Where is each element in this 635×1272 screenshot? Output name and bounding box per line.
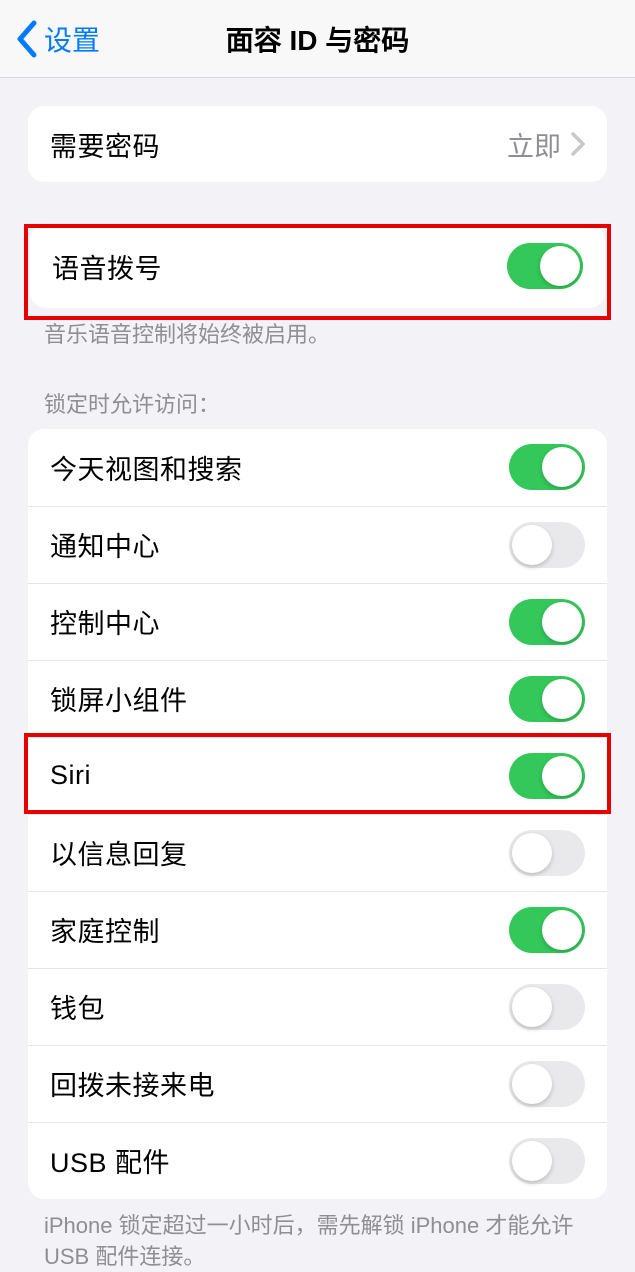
access-locked-header: 锁定时允许访问：: [0, 351, 635, 429]
access-row-toggle[interactable]: [509, 1138, 585, 1184]
voice-dial-footer: 音乐语音控制将始终被启用。: [0, 308, 635, 351]
access-row[interactable]: 控制中心: [28, 583, 607, 660]
access-row[interactable]: 锁屏小组件: [28, 660, 607, 737]
access-locked-footer: iPhone 锁定超过一小时后，需先解锁 iPhone 才能允许 USB 配件连…: [0, 1199, 635, 1272]
access-row-toggle[interactable]: [509, 522, 585, 568]
access-row[interactable]: 通知中心: [28, 506, 607, 583]
toggle-knob: [512, 1064, 552, 1104]
toggle-knob: [512, 1141, 552, 1181]
access-row-label: 钱包: [50, 987, 105, 1026]
access-row[interactable]: 今天视图和搜索: [28, 429, 607, 506]
access-row[interactable]: 钱包: [28, 968, 607, 1045]
access-row[interactable]: USB 配件: [28, 1122, 607, 1199]
back-button[interactable]: 设置: [0, 19, 100, 59]
toggle-knob: [512, 525, 552, 565]
access-row-toggle[interactable]: [509, 599, 585, 645]
voice-dial-label: 语音拨号: [52, 247, 162, 286]
access-row-toggle[interactable]: [509, 676, 585, 722]
access-row-toggle[interactable]: [509, 753, 585, 799]
voice-dial-toggle[interactable]: [507, 243, 583, 289]
access-row-toggle[interactable]: [509, 830, 585, 876]
voice-dial-row[interactable]: 语音拨号: [30, 224, 605, 308]
access-row-label: 通知中心: [50, 525, 160, 564]
chevron-right-icon: [571, 132, 585, 156]
access-row-toggle[interactable]: [509, 984, 585, 1030]
access-row-label: 锁屏小组件: [50, 679, 188, 718]
access-row[interactable]: 回拨未接来电: [28, 1045, 607, 1122]
toggle-knob: [512, 833, 552, 873]
require-passcode-value: 立即: [507, 125, 561, 164]
toggle-knob: [512, 987, 552, 1027]
access-row-toggle[interactable]: [509, 907, 585, 953]
access-row-toggle[interactable]: [509, 444, 585, 490]
access-row-label: 回拨未接来电: [50, 1064, 215, 1103]
toggle-knob: [542, 756, 582, 796]
toggle-knob: [540, 246, 580, 286]
toggle-knob: [542, 679, 582, 719]
access-row[interactable]: 以信息回复: [28, 814, 607, 891]
access-row-label: 以信息回复: [50, 833, 188, 872]
toggle-knob: [542, 910, 582, 950]
toggle-knob: [542, 602, 582, 642]
access-row[interactable]: Siri: [28, 737, 607, 814]
access-row-label: 家庭控制: [50, 910, 160, 949]
require-passcode-label: 需要密码: [50, 125, 160, 164]
require-passcode-row[interactable]: 需要密码 立即: [28, 106, 607, 182]
access-row-label: 今天视图和搜索: [50, 448, 243, 487]
access-row-toggle[interactable]: [509, 1061, 585, 1107]
access-row-label: Siri: [50, 760, 91, 791]
chevron-left-icon: [14, 20, 38, 58]
access-row[interactable]: 家庭控制: [28, 891, 607, 968]
access-row-label: 控制中心: [50, 602, 160, 641]
toggle-knob: [542, 447, 582, 487]
back-label: 设置: [44, 19, 100, 59]
nav-header: 设置 面容 ID 与密码: [0, 0, 635, 78]
access-row-label: USB 配件: [50, 1141, 170, 1180]
